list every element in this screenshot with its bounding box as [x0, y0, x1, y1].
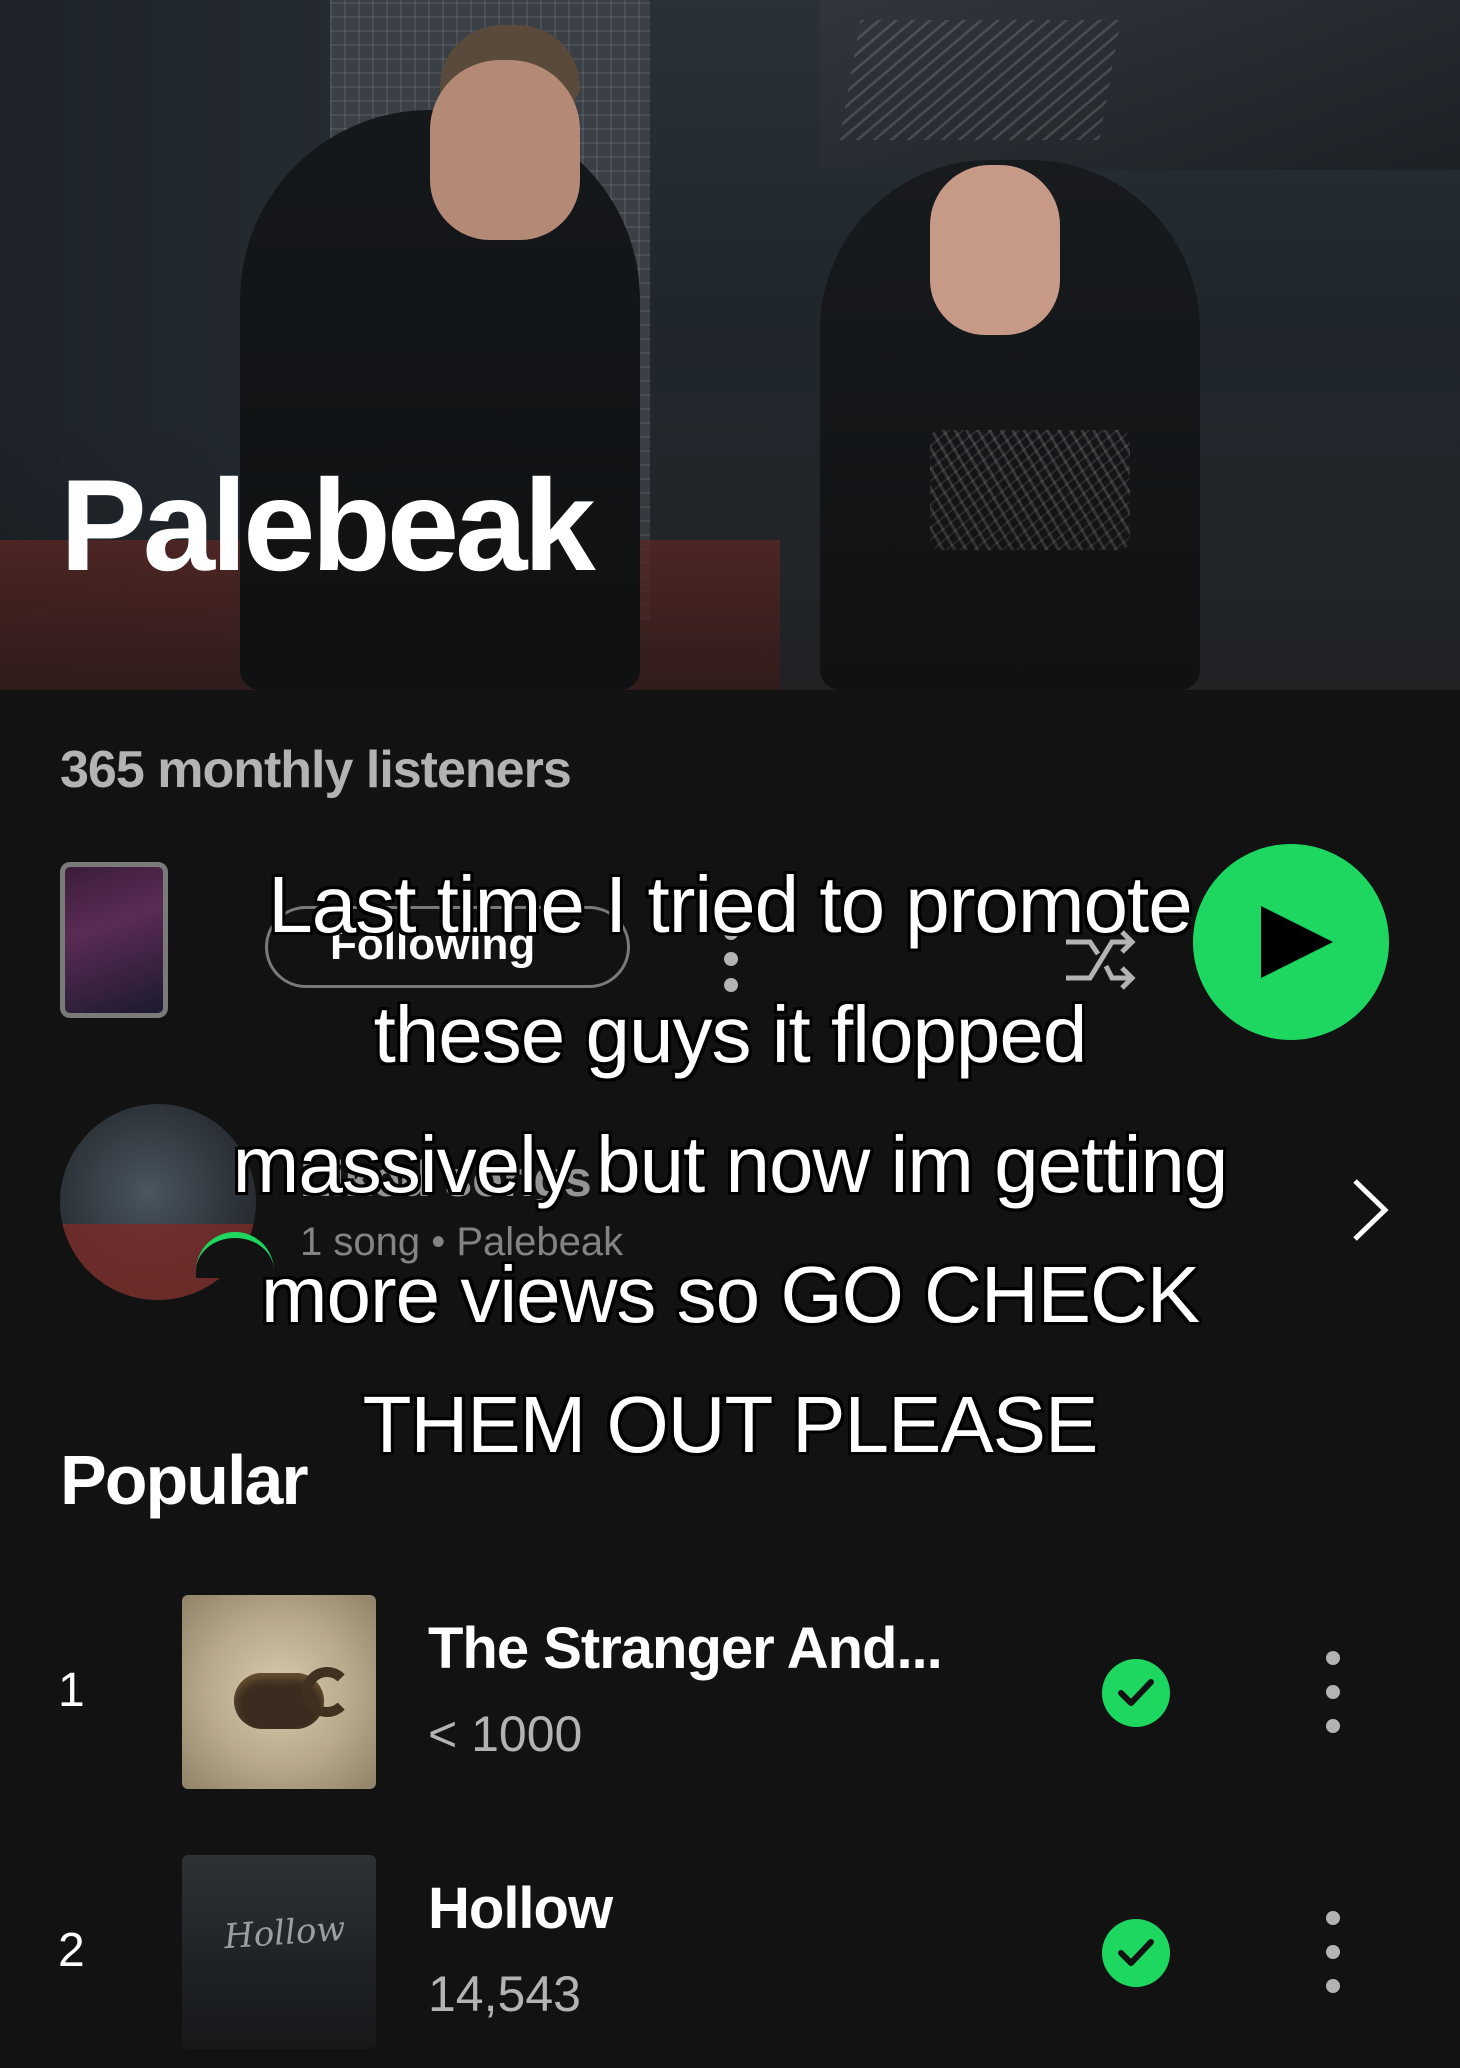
check-circle-icon[interactable]: [1102, 1659, 1170, 1727]
track-row[interactable]: 1 The Stranger And... < 1000: [0, 1593, 1460, 1793]
video-caption-overlay: Last time I tried to promote these guys …: [90, 840, 1370, 1490]
track-row[interactable]: 2 Hollow Hollow 14,543: [0, 1853, 1460, 2053]
track-index: 1: [58, 1664, 85, 1717]
caption-line: more views so GO CHECK: [260, 1250, 1200, 1339]
track-index: 2: [58, 1924, 85, 1977]
track-title: The Stranger And...: [428, 1616, 943, 1681]
caption-line: massively but now im getting: [232, 1120, 1229, 1209]
caption-line: Last time I tried to promote: [268, 860, 1193, 949]
track-play-count: 14,543: [428, 1966, 581, 2022]
monthly-listeners: 365 monthly listeners: [60, 741, 572, 799]
artist-header-image: Palebeak: [0, 0, 1460, 690]
caption-line: these guys it flopped: [373, 990, 1088, 1079]
check-circle-icon[interactable]: [1102, 1919, 1170, 1987]
more-vertical-icon[interactable]: [1322, 1651, 1342, 1737]
track-artwork: [182, 1595, 376, 1789]
artist-name: Palebeak: [60, 452, 596, 598]
band-member-2-face: [930, 165, 1060, 335]
hero-vent: [839, 20, 1121, 140]
caption-line: THEM OUT PLEASE: [362, 1380, 1099, 1469]
track-title: Hollow: [428, 1876, 613, 1941]
more-vertical-icon[interactable]: [1322, 1911, 1342, 1997]
track-artwork: Hollow: [182, 1855, 376, 2049]
artwork-label: Hollow: [222, 1908, 347, 1958]
track-play-count: < 1000: [428, 1706, 583, 1762]
band-member-1-face: [430, 60, 580, 240]
